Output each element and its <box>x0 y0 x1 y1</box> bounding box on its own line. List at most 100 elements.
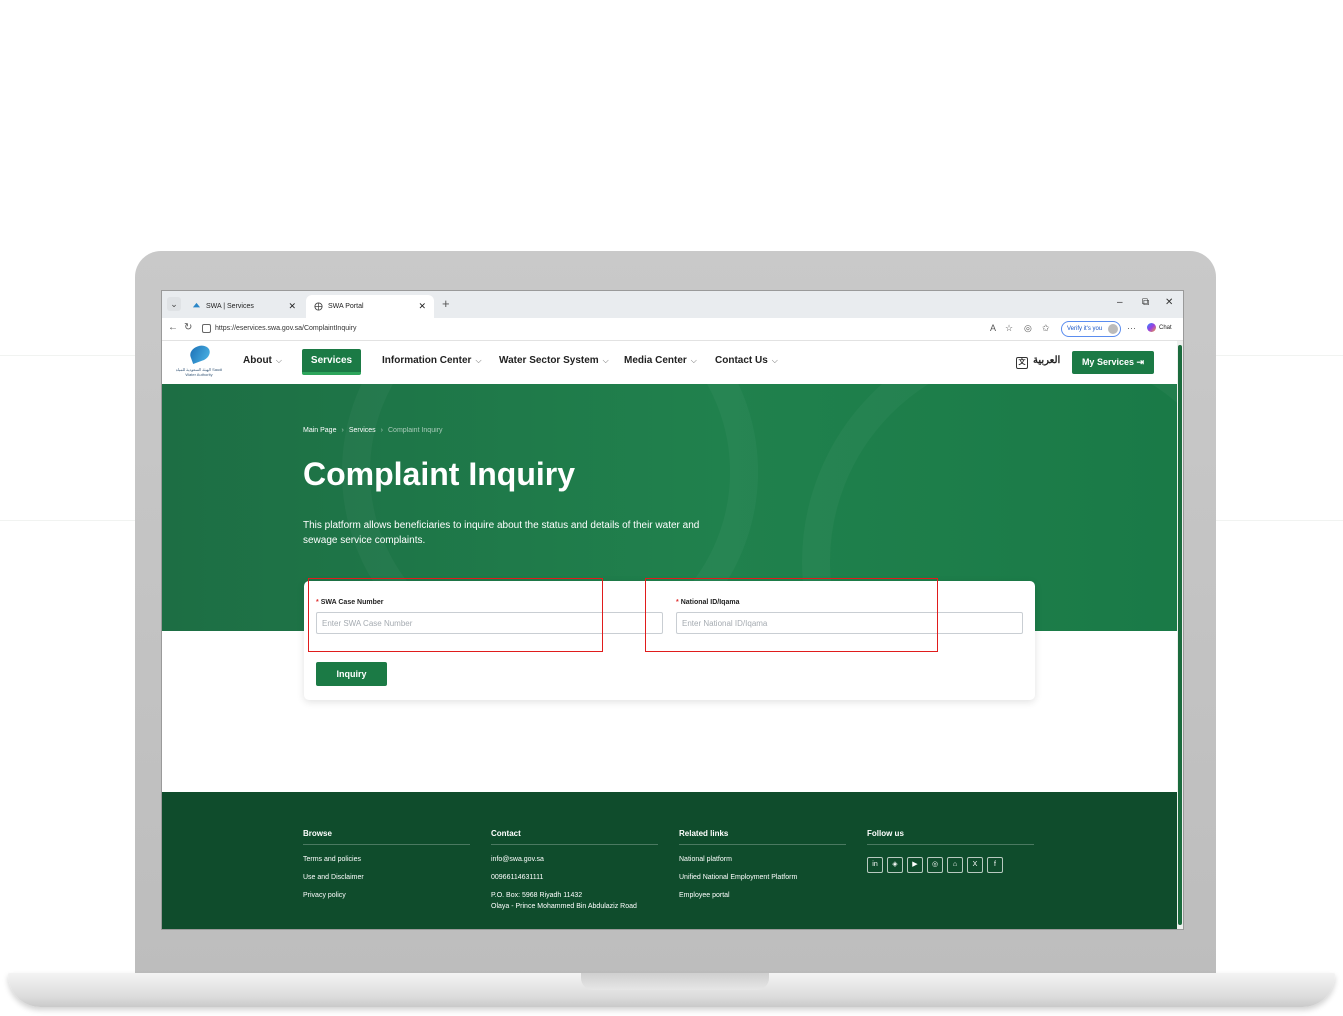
login-icon: ⇥ <box>1136 357 1145 367</box>
page-description: This platform allows beneficiaries to in… <box>303 520 700 546</box>
footer-heading: Follow us <box>867 829 1034 845</box>
nav-label: Contact Us <box>715 355 768 366</box>
verify-profile-button[interactable]: Verify it's you <box>1061 321 1122 337</box>
nav-media-center[interactable]: Media Center ⌵ <box>624 355 697 366</box>
nav-label: Media Center <box>624 355 687 366</box>
nav-label: About <box>243 355 272 366</box>
laptop-screen: ⌄ SWA | Services ✕ SWA Portal ✕ + – ⧉ ✕ … <box>162 291 1183 929</box>
copilot-chat-button[interactable]: Chat <box>1147 322 1172 335</box>
x-icon[interactable]: X <box>967 857 983 873</box>
nav-label: Water Sector System <box>499 355 599 366</box>
logo-mark <box>188 343 212 364</box>
nav-label: Services <box>310 355 353 366</box>
breadcrumb-main-page[interactable]: Main Page <box>303 427 336 434</box>
browser-tab-swa-services[interactable]: SWA | Services ✕ <box>184 295 304 318</box>
minimize-icon[interactable]: – <box>1117 297 1123 308</box>
footer-link-disclaimer[interactable]: Use and Disclaimer <box>303 874 470 881</box>
avatar <box>1108 324 1119 334</box>
url-field[interactable]: https://eservices.swa.gov.sa/ComplaintIn… <box>202 322 1022 335</box>
swa-favicon-icon <box>192 302 201 308</box>
footer-link-national-platform[interactable]: National platform <box>679 856 846 863</box>
nav-information-center[interactable]: Information Center ⌵ <box>382 355 482 366</box>
favorites-bar-icon[interactable]: ✩ <box>1042 323 1050 334</box>
footer-phone[interactable]: 00966114631111 <box>491 874 658 881</box>
facebook-icon[interactable]: f <box>987 857 1003 873</box>
instagram-icon[interactable]: ◎ <box>927 857 943 873</box>
extension-icon[interactable]: ◎ <box>1024 323 1032 334</box>
footer-follow-us: Follow us in ◈ ▶ ◎ ⌂ Xf <box>867 829 1034 873</box>
copilot-icon <box>1147 322 1156 332</box>
favorite-icon[interactable]: ☆ <box>1005 323 1013 334</box>
tab-title: SWA | Services <box>206 303 254 310</box>
social-icon[interactable]: ◈ <box>887 857 903 873</box>
restore-icon[interactable]: ⧉ <box>1142 297 1149 308</box>
more-options-icon[interactable]: ··· <box>1127 323 1136 333</box>
footer-link-privacy[interactable]: Privacy policy <box>303 892 470 899</box>
close-window-icon[interactable]: ✕ <box>1165 297 1173 308</box>
footer-contact: Contact info@swa.gov.sa 00966114631111 P… <box>491 829 658 910</box>
footer-related-links: Related links National platform Unified … <box>679 829 846 899</box>
verify-label: Verify it's you <box>1067 326 1103 332</box>
footer-heading: Browse <box>303 829 470 845</box>
chevron-down-icon: ⌵ <box>275 356 282 365</box>
footer-browse: Browse Terms and policies Use and Discla… <box>303 829 470 899</box>
address-bar: ← ↻ https://eservices.swa.gov.sa/Complai… <box>162 318 1183 341</box>
my-services-button[interactable]: My Services ⇥ <box>1072 351 1154 374</box>
browser-tab-bar: ⌄ SWA | Services ✕ SWA Portal ✕ + – ⧉ ✕ <box>162 291 1183 318</box>
chevron-down-icon: ⌵ <box>602 356 609 365</box>
highlight-national-id <box>645 578 938 652</box>
footer-address-line2: Olaya - Prince Mohammed Bin Abdulaziz Ro… <box>491 903 637 910</box>
linkedin-icon[interactable]: in <box>867 857 883 873</box>
language-label: العربية <box>1033 355 1061 366</box>
footer-heading: Contact <box>491 829 658 845</box>
page-title: Complaint Inquiry <box>303 456 575 492</box>
chat-label: Chat <box>1159 325 1172 331</box>
youtube-icon[interactable]: ▶ <box>907 857 923 873</box>
nav-about[interactable]: About ⌵ <box>243 355 282 366</box>
nav-services[interactable]: Services <box>302 349 361 375</box>
refresh-icon[interactable]: ↻ <box>184 322 192 333</box>
language-switch[interactable]: 文 العربية <box>1016 355 1060 369</box>
breadcrumb: Main Page › Services › Complaint Inquiry <box>303 427 442 434</box>
breadcrumb-separator-icon: › <box>341 427 344 434</box>
scrollbar-thumb[interactable] <box>1178 345 1182 925</box>
new-tab-icon[interactable]: + <box>442 296 450 311</box>
read-aloud-icon[interactable]: A <box>990 323 996 333</box>
back-icon[interactable]: ← <box>168 322 178 333</box>
site-header: الهيئة السعودية للمياه Saudi Water Autho… <box>162 341 1177 384</box>
breadcrumb-current: Complaint Inquiry <box>388 427 443 434</box>
laptop-notch <box>581 973 769 990</box>
footer-link-employment-platform[interactable]: Unified National Employment Platform <box>679 874 846 881</box>
chevron-down-icon: ⌵ <box>690 356 697 365</box>
tab-title: SWA Portal <box>328 303 364 310</box>
nav-water-sector-system[interactable]: Water Sector System ⌵ <box>499 355 609 366</box>
footer-link-terms[interactable]: Terms and policies <box>303 856 470 863</box>
nav-label: Information Center <box>382 355 472 366</box>
inquiry-button[interactable]: Inquiry <box>316 662 387 686</box>
browser-tab-swa-portal[interactable]: SWA Portal ✕ <box>306 295 434 318</box>
close-tab-icon[interactable]: ✕ <box>288 295 296 318</box>
my-services-label: My Services <box>1081 357 1134 367</box>
footer-link-employee-portal[interactable]: Employee portal <box>679 892 846 899</box>
breadcrumb-services[interactable]: Services <box>349 427 376 434</box>
translate-icon: 文 <box>1016 357 1028 369</box>
globe-icon <box>314 302 323 311</box>
social-links: in ◈ ▶ ◎ ⌂ Xf <box>867 853 1034 873</box>
footer-address-line1: P.O. Box: 5968 Riyadh 11432 <box>491 892 583 899</box>
breadcrumb-separator-icon: › <box>380 427 383 434</box>
highlight-case-number <box>308 578 603 652</box>
nav-contact-us[interactable]: Contact Us ⌵ <box>715 355 778 366</box>
tab-actions-icon[interactable]: ⌄ <box>167 297 181 311</box>
url-text: https://eservices.swa.gov.sa/ComplaintIn… <box>215 325 357 332</box>
lock-icon <box>202 323 211 333</box>
chevron-down-icon: ⌵ <box>475 356 482 365</box>
footer-email[interactable]: info@swa.gov.sa <box>491 856 658 863</box>
snapchat-icon[interactable]: ⌂ <box>947 857 963 873</box>
logo-text: الهيئة السعودية للمياه Saudi Water Autho… <box>175 367 223 377</box>
footer-heading: Related links <box>679 829 846 845</box>
close-tab-icon[interactable]: ✕ <box>418 295 426 318</box>
site-footer: Browse Terms and policies Use and Discla… <box>162 792 1177 929</box>
page-scrollbar[interactable] <box>1177 341 1183 929</box>
chevron-down-icon: ⌵ <box>771 356 778 365</box>
swa-logo[interactable]: الهيئة السعودية للمياه Saudi Water Autho… <box>174 343 224 380</box>
